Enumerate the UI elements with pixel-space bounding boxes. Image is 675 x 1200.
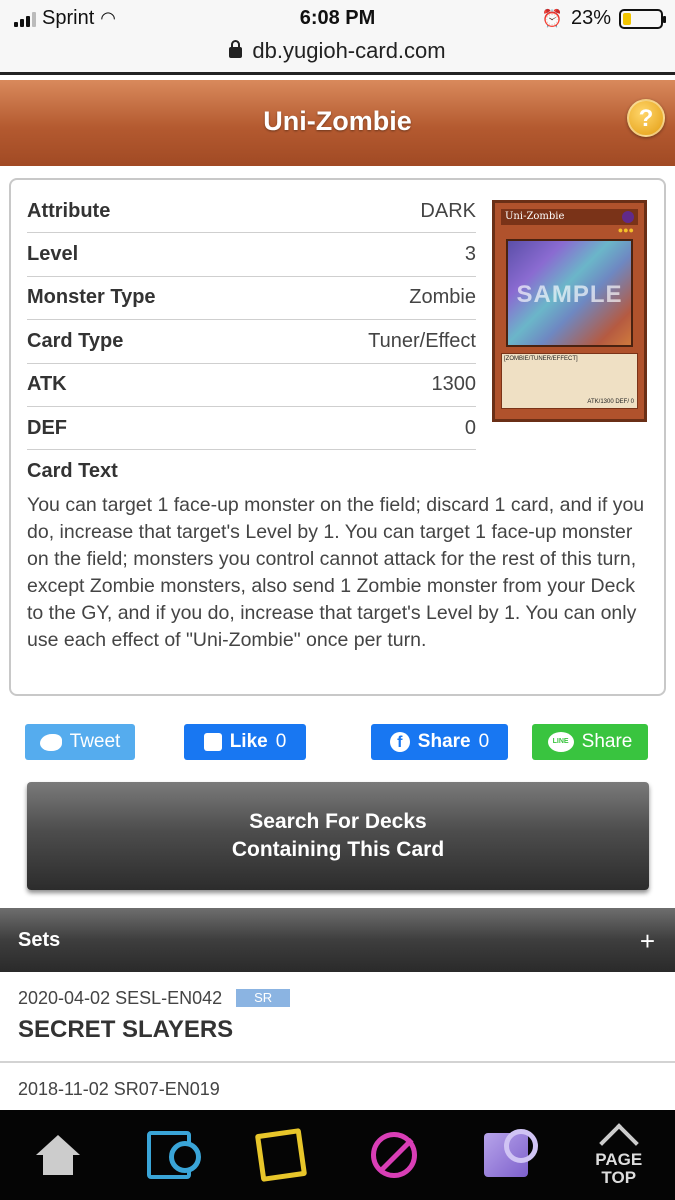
stat-label: DEF (27, 416, 67, 439)
nav-forbidden-list[interactable] (354, 1120, 434, 1190)
status-right: ⏰ 23% (541, 7, 666, 30)
address-bar[interactable]: db.yugioh-card.com (0, 38, 675, 72)
level-stars: ●●● (617, 225, 634, 235)
sets-section-header[interactable]: Sets + (0, 908, 675, 972)
stat-row-card-type: Card Type Tuner/Effect (27, 320, 476, 364)
alarm-icon: ⏰ (541, 8, 563, 28)
battery-fill (623, 12, 632, 25)
set-list-item[interactable]: 2020-04-02 SESL-EN042 SR SECRET SLAYERS (0, 972, 675, 1063)
card-stats-table: Attribute DARK Level 3 Monster Type Zombie … (27, 190, 476, 451)
help-button[interactable]: ? (627, 99, 665, 137)
cards-icon (255, 1128, 308, 1182)
bottom-nav: PAGE TOP (0, 1110, 675, 1200)
nav-cards[interactable] (241, 1120, 321, 1190)
home-icon (36, 1135, 81, 1175)
share-count: 0 (478, 731, 490, 752)
set-name: SECRET SLAYERS (18, 1016, 234, 1043)
nav-card-search[interactable] (129, 1120, 209, 1190)
card-details: Attribute DARK Level 3 Monster Type Zombie … (9, 178, 666, 696)
stat-value: Zombie (409, 286, 476, 309)
line-share-button[interactable]: LINE Share (532, 724, 648, 760)
url-text: db.yugioh-card.com (252, 38, 446, 63)
stat-value: Tuner/Effect (368, 329, 476, 352)
expand-plus-icon[interactable]: + (640, 926, 655, 957)
battery-icon (619, 8, 666, 29)
status-bar: Sprint ◠ 6:08 PM ⏰ 23% (0, 0, 675, 38)
stat-label: ATK (27, 373, 67, 396)
divider (0, 72, 675, 80)
stat-value: DARK (420, 199, 476, 222)
stat-value: 0 (464, 416, 476, 439)
set-date-code: 2018-11-02 SR07-EN019 (18, 1079, 220, 1099)
card-search-icon (146, 1131, 201, 1179)
dark-attribute-icon (622, 211, 634, 223)
twitter-bird-icon (39, 733, 62, 751)
sample-watermark: SAMPLE (516, 281, 623, 308)
facebook-like-button[interactable]: Like 0 (184, 724, 306, 760)
card-image[interactable]: Uni-Zombie ●●● SAMPLE [ZOMBIE/TUNER/EFFE… (492, 200, 647, 422)
thumbs-up-icon (203, 733, 222, 751)
card-image-typeline: [ZOMBIE/TUNER/EFFECT] (504, 356, 578, 362)
share-label: Share (417, 731, 471, 752)
stat-row-def: DEF 0 (27, 407, 476, 451)
sets-title: Sets (18, 929, 61, 951)
set-meta: 2020-04-02 SESL-EN042 SR (18, 988, 291, 1009)
line-icon: LINE (547, 732, 574, 752)
set-date-code: 2020-04-02 SESL-EN042 (18, 988, 223, 1008)
like-count: 0 (275, 731, 287, 752)
stat-row-monster-type: Monster Type Zombie (27, 277, 476, 321)
tweet-button[interactable]: Tweet (25, 724, 135, 760)
stat-row-level: Level 3 (27, 233, 476, 277)
forbidden-icon (370, 1132, 417, 1178)
facebook-share-button[interactable]: f Share 0 (371, 724, 508, 760)
stat-label: Level (27, 243, 79, 266)
search-decks-line1: Search For Decks (249, 810, 427, 833)
card-text-label: Card Text (27, 460, 118, 482)
stat-value: 3 (464, 243, 476, 266)
card-image-name-text: Uni-Zombie (505, 211, 565, 222)
card-image-textbox: [ZOMBIE/TUNER/EFFECT] ATK/1300 DEF/ 0 (501, 353, 638, 409)
card-artwork: SAMPLE (506, 239, 633, 347)
facebook-icon: f (389, 732, 410, 752)
stat-label: Card Type (27, 329, 124, 352)
page-header: Uni-Zombie ? (0, 80, 675, 166)
page-top-button[interactable]: PAGE TOP (579, 1120, 659, 1190)
card-image-name: Uni-Zombie (501, 209, 638, 225)
page-title: Uni-Zombie (263, 106, 412, 136)
card-image-stats: ATK/1300 DEF/ 0 (587, 399, 634, 405)
nav-deck-search[interactable] (466, 1120, 546, 1190)
card-text: You can target 1 face-up monster on the … (27, 494, 645, 651)
set-meta: 2018-11-02 SR07-EN019 (18, 1079, 220, 1100)
tweet-label: Tweet (69, 731, 121, 752)
stat-row-atk: ATK 1300 (27, 364, 476, 407)
stat-label: Attribute (27, 199, 111, 222)
line-share-label: Share (581, 731, 633, 752)
stat-label: Monster Type (27, 286, 156, 309)
battery-percent: 23% (570, 7, 611, 29)
lock-icon (229, 40, 243, 58)
nav-home[interactable] (16, 1120, 96, 1190)
deck-search-icon (484, 1129, 539, 1177)
like-label: Like (229, 731, 268, 752)
rarity-badge: SR (236, 989, 291, 1007)
stat-value: 1300 (431, 373, 477, 396)
search-decks-line2: Containing This Card (231, 838, 445, 861)
stat-row-attribute: Attribute DARK (27, 190, 476, 234)
search-decks-button[interactable]: Search For Decks Containing This Card (27, 782, 649, 890)
